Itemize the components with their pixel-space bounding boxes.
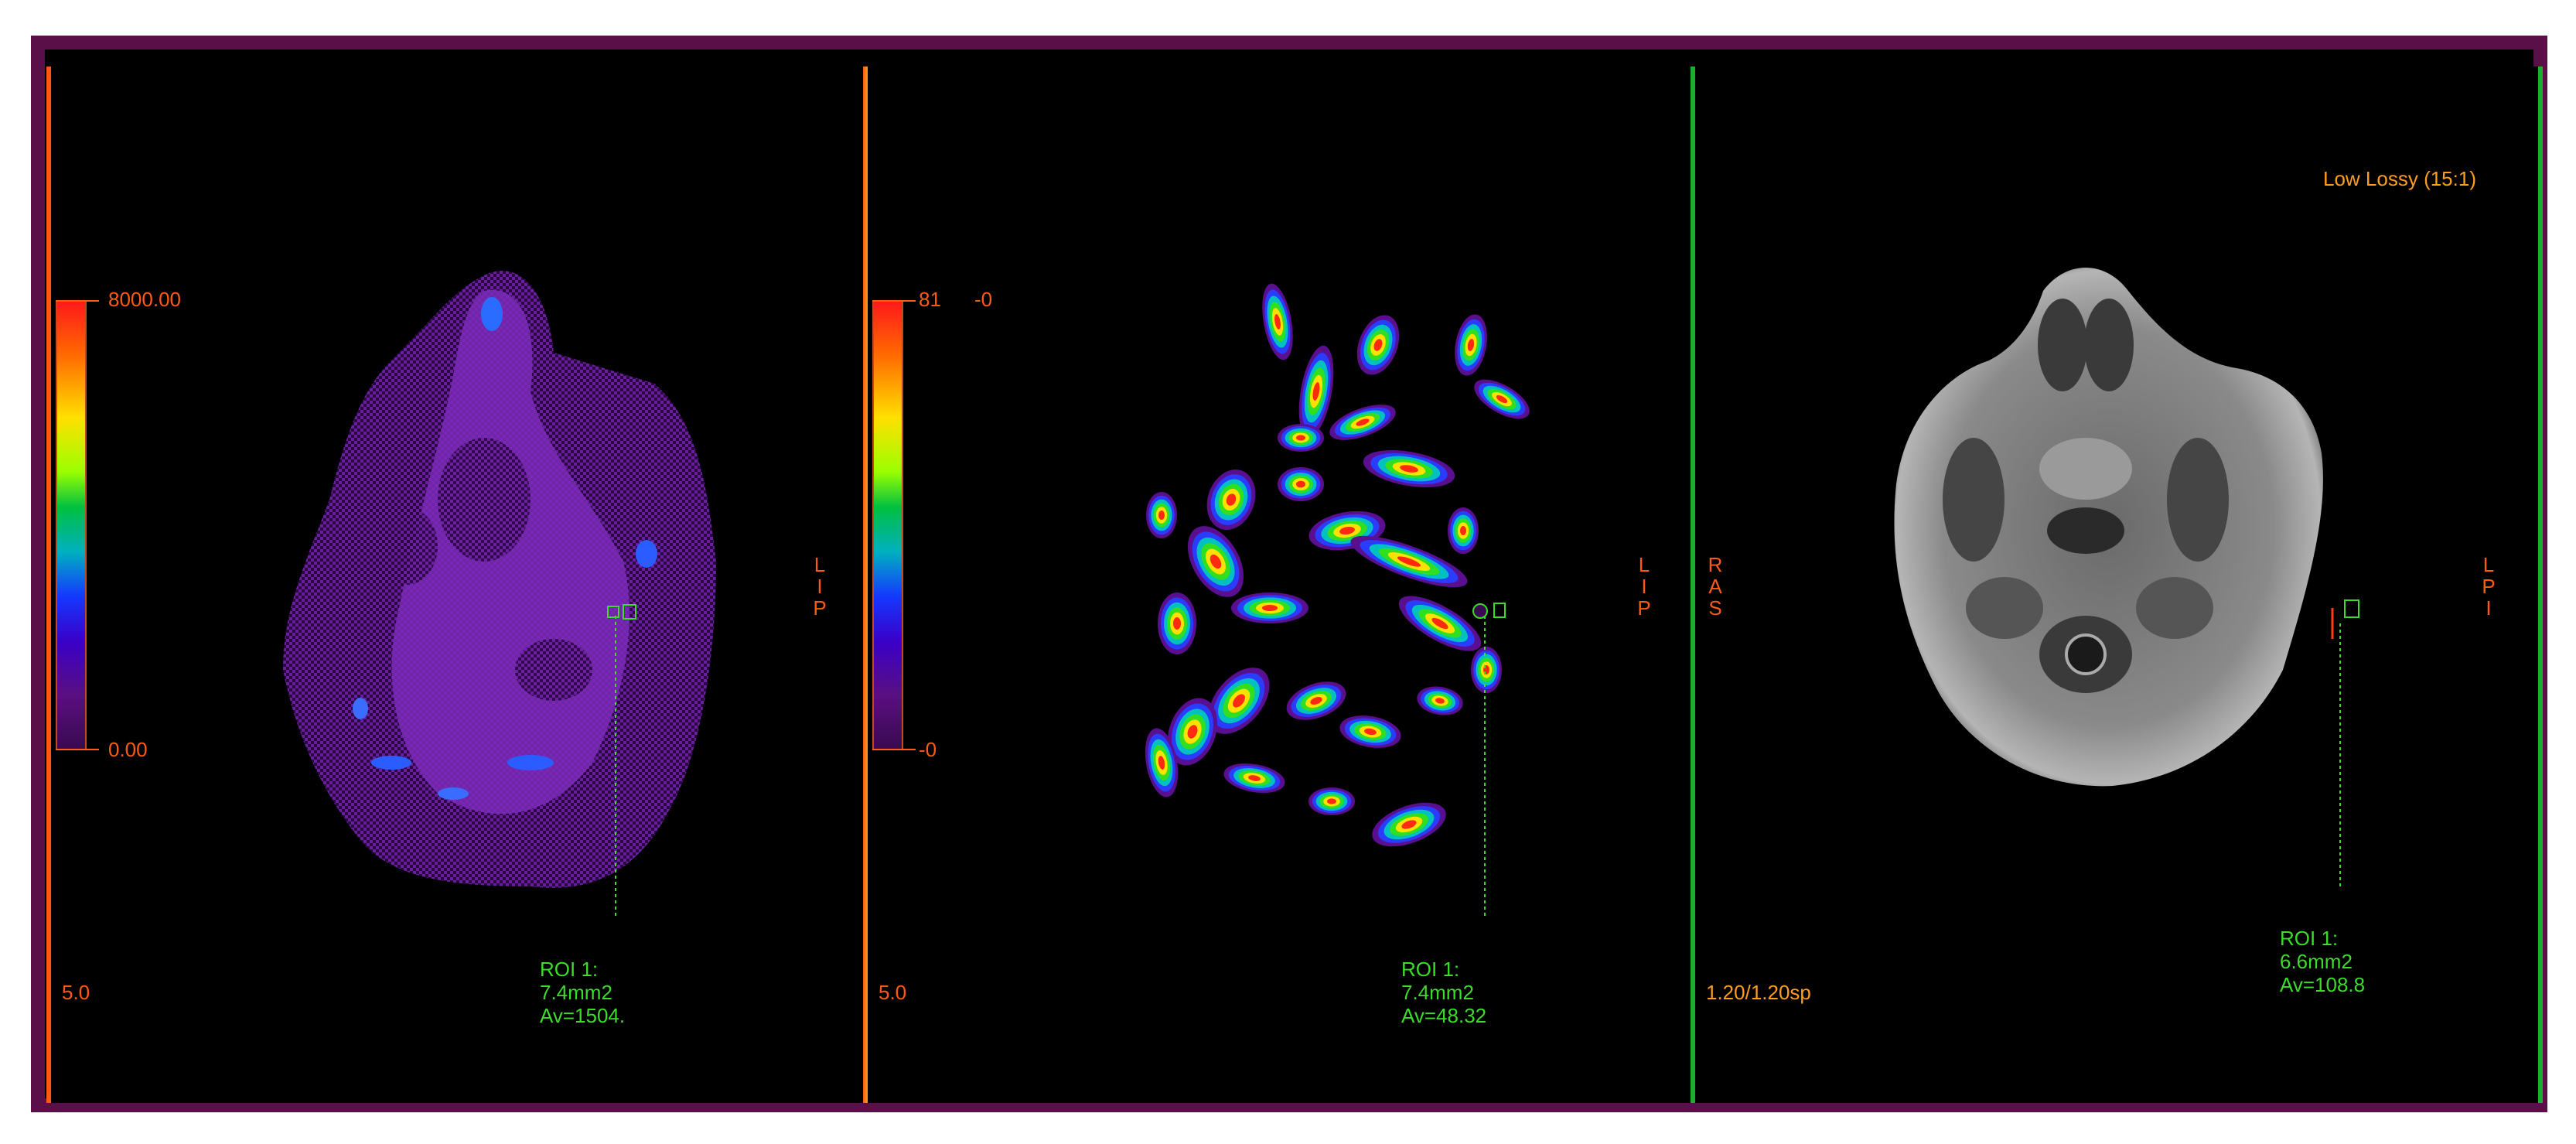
- perfusion-map-image: [283, 271, 716, 917]
- roi-annotation[interactable]: ROI 1: 6.6mm2 Av=108.8: [2280, 880, 2365, 1043]
- mri-axial-image: [1894, 268, 2359, 886]
- viewer-frame: 8000.00 0.00 L I P ROI 1: 7.4mm2 Av=1504…: [31, 36, 2547, 1112]
- slice-thickness-label: 5.0: [879, 981, 907, 1004]
- perfusion-blob: [1296, 435, 1305, 441]
- orientation-label: LIP: [813, 553, 827, 620]
- slice-thickness-label: 5.0: [62, 981, 90, 1004]
- panel-border-right: [2538, 67, 2543, 1103]
- roi-annotation[interactable]: ROI 1: 7.4mm2 Av=1504.: [540, 911, 625, 1074]
- viewport-color-map[interactable]: 81 -0 -0 LIP ROI 1: 7.4mm2 Av=48.32 5.0: [868, 67, 1691, 1103]
- perfusion-blob: [1173, 617, 1181, 630]
- roi-annotation[interactable]: ROI 1: 7.4mm2 Av=48.32: [1401, 911, 1486, 1074]
- orientation-label-right: LPI: [2482, 553, 2496, 620]
- perfusion-blob: [1262, 605, 1278, 611]
- color-map-image: [1100, 275, 1530, 917]
- perfusion-blob: [1327, 798, 1336, 804]
- perfusion-blob: [1158, 511, 1165, 520]
- viewport-mri-axial[interactable]: Low Lossy (15:1) R A S L P I ROI 1: 6.6m…: [1695, 67, 2538, 1103]
- orientation-label-left: RAS: [1708, 553, 1723, 620]
- perfusion-blob: [1296, 480, 1305, 488]
- viewport-perfusion-map[interactable]: 8000.00 0.00 L I P ROI 1: 7.4mm2 Av=1504…: [51, 67, 863, 1103]
- perfusion-blob: [1460, 526, 1466, 535]
- orientation-label: LIP: [1637, 553, 1651, 620]
- slice-spacing-label: 1.20/1.20sp: [1706, 981, 1811, 1004]
